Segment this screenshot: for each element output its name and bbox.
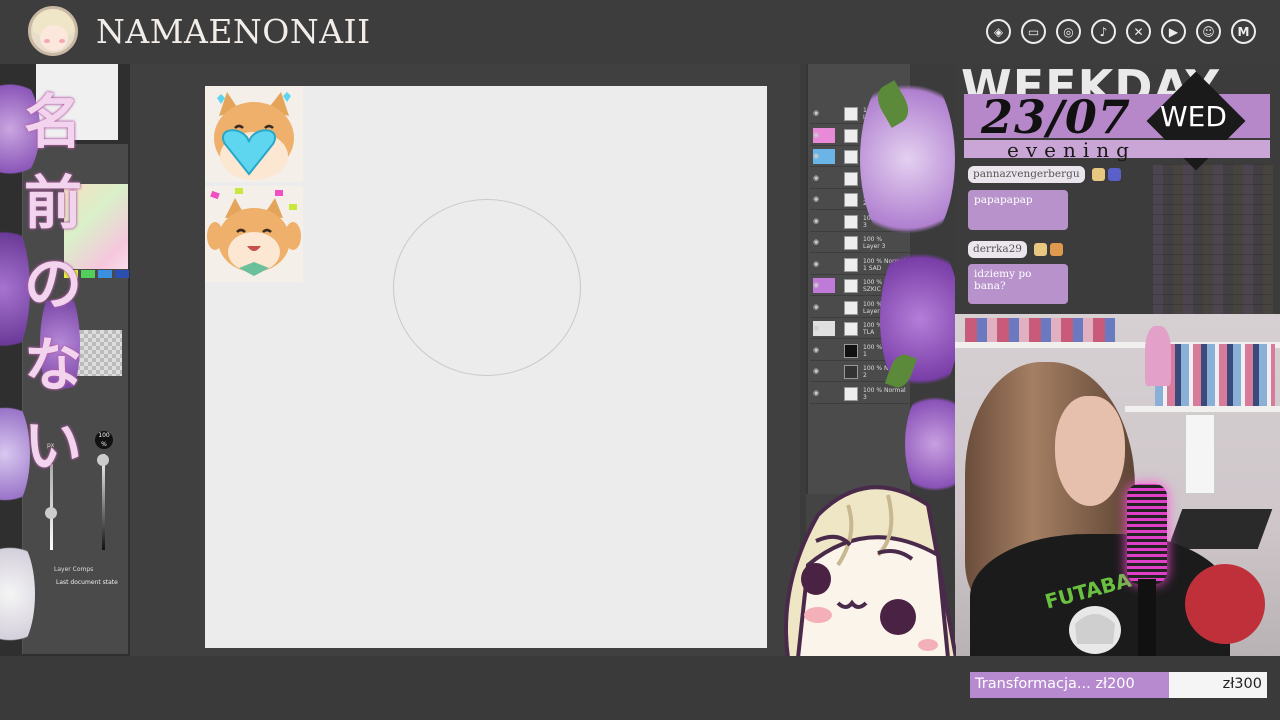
x-icon[interactable]: ✕ — [1126, 19, 1151, 44]
visibility-eye-icon[interactable]: ◉ — [813, 152, 823, 160]
top-bar: NAMAENONAII ◈ ▭ ◎ ♪ ✕ ▶ ☺ M — [0, 0, 1280, 64]
right-flower-decor — [860, 64, 955, 504]
goal-target: zł300 — [1222, 676, 1262, 692]
date-text: 23/07 — [981, 90, 1131, 144]
document-state-label[interactable]: Last document state — [56, 579, 118, 586]
visibility-eye-icon[interactable]: ◉ — [813, 303, 823, 311]
visibility-eye-icon[interactable]: ◉ — [813, 217, 823, 225]
chat-badges — [1092, 168, 1121, 181]
badge-icon — [1050, 243, 1063, 256]
chat-message: papapapap — [968, 190, 1068, 230]
visibility-eye-icon[interactable]: ◉ — [813, 389, 823, 397]
jp-char: 名 — [23, 88, 82, 156]
chat-message: idziemy po bana? — [968, 264, 1068, 304]
visibility-eye-icon[interactable]: ◉ — [813, 174, 823, 182]
streamelements-icon[interactable]: ◈ — [986, 19, 1011, 44]
fox-emote-heart — [205, 86, 303, 182]
instagram-icon[interactable]: ◎ — [1056, 19, 1081, 44]
gmail-icon[interactable]: M — [1231, 19, 1256, 44]
fox-emote-celebrate — [205, 186, 303, 282]
size-slider-knob[interactable] — [45, 507, 57, 519]
layer-thumbnail — [844, 214, 858, 229]
layer-thumbnail — [844, 193, 858, 207]
chat-username: pannazvengerbergu — [968, 166, 1085, 183]
visibility-eye-icon[interactable]: ◉ — [813, 260, 823, 268]
layer-thumbnail — [844, 279, 858, 293]
jp-char: な — [23, 331, 82, 399]
day-of-week: WED — [1160, 100, 1227, 133]
layer-thumbnail — [844, 171, 858, 186]
layer-comps-label: Layer Comps — [54, 566, 94, 573]
chibi-mascot — [784, 485, 956, 658]
layer-thumbnail — [844, 322, 858, 336]
drawing-canvas[interactable] — [205, 86, 767, 648]
layer-thumbnail — [844, 386, 858, 401]
opacity-slider-knob[interactable] — [97, 454, 109, 466]
layer-thumbnail — [844, 150, 858, 164]
tiktok-icon[interactable]: ♪ — [1091, 19, 1116, 44]
time-of-day: evening — [1007, 138, 1136, 162]
badge-icon — [1034, 243, 1047, 256]
japanese-name-vertical: 名前のない — [18, 82, 88, 487]
layer-thumbnail — [844, 128, 858, 143]
chat-badges — [1034, 243, 1063, 256]
layer-thumbnail — [844, 236, 858, 250]
donation-goal-bar: Transformacja... zł200 zł300 — [970, 672, 1267, 698]
visibility-eye-icon[interactable]: ◉ — [813, 131, 823, 139]
jp-char: の — [23, 250, 82, 318]
layer-thumbnail — [844, 107, 858, 121]
visibility-eye-icon[interactable]: ◉ — [813, 109, 823, 117]
visibility-eye-icon[interactable]: ◉ — [813, 195, 823, 203]
webcam-feed: FUTABA — [955, 314, 1280, 656]
badge-icon — [1108, 168, 1121, 181]
channel-avatar — [28, 6, 78, 56]
jp-char: い — [23, 412, 82, 480]
brush-size-indicator[interactable]: 100% — [95, 431, 113, 449]
channel-name: NAMAENONAII — [96, 12, 371, 51]
jp-char: 前 — [23, 169, 82, 237]
visibility-eye-icon[interactable]: ◉ — [813, 324, 823, 332]
opacity-slider[interactable] — [102, 454, 105, 550]
discord-icon[interactable]: ☺ — [1196, 19, 1221, 44]
layer-thumbnail — [844, 365, 858, 379]
layer-thumbnail — [844, 300, 858, 315]
visibility-eye-icon[interactable]: ◉ — [813, 346, 823, 354]
visibility-eye-icon[interactable]: ◉ — [813, 281, 823, 289]
youtube-icon[interactable]: ▶ — [1161, 19, 1186, 44]
microphone — [1127, 484, 1167, 584]
twitch-icon[interactable]: ▭ — [1021, 19, 1046, 44]
social-icons: ◈ ▭ ◎ ♪ ✕ ▶ ☺ M — [986, 19, 1256, 44]
badge-icon — [1092, 168, 1105, 181]
visibility-eye-icon[interactable]: ◉ — [813, 367, 823, 375]
layer-thumbnail — [844, 257, 858, 272]
shirt-print: FUTABA — [1042, 574, 1134, 654]
layer-thumbnail — [844, 343, 858, 358]
pixel-decor — [1153, 164, 1273, 314]
goal-label: Transformacja... zł200 — [975, 676, 1135, 692]
stream-overlay: NAMAENONAII ◈ ▭ ◎ ♪ ✕ ▶ ☺ M 100% px Layer Comps… — [0, 0, 1280, 720]
visibility-eye-icon[interactable]: ◉ — [813, 238, 823, 246]
left-decor-panel: 100% px Layer Comps Last document state … — [0, 64, 130, 656]
sketch-circle — [393, 199, 581, 376]
date-chat-panel: WEEKDAY 23/07 WED evening pannazvengerbe… — [955, 64, 1280, 314]
chat-username: derrka29 — [968, 241, 1027, 258]
